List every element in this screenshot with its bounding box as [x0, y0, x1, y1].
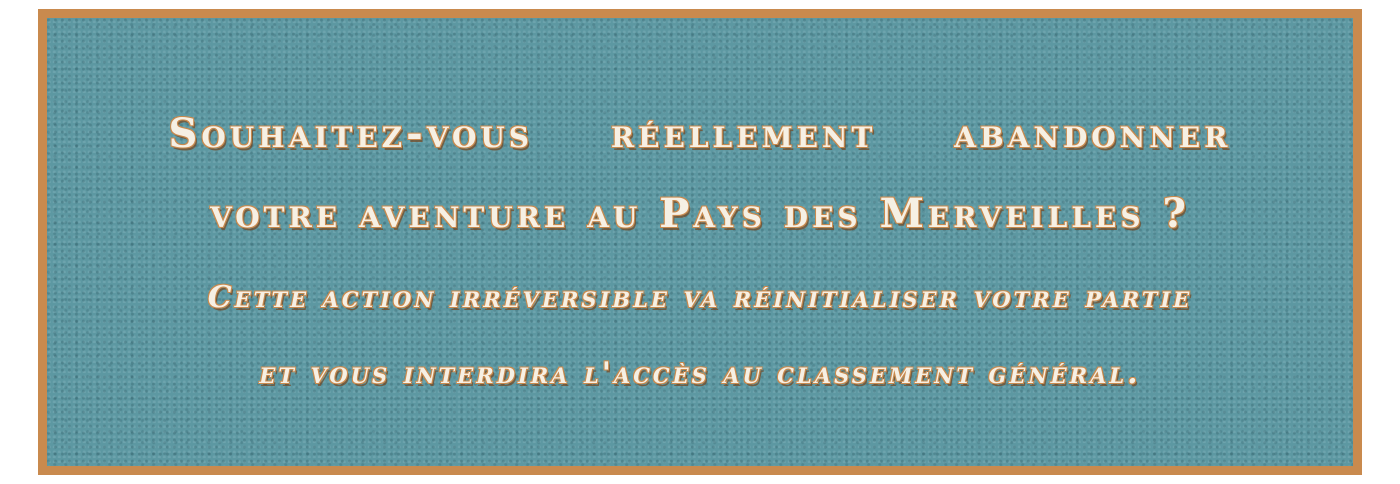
warning-line-1: Cette action irréversible va réinitialis… [207, 280, 1193, 315]
warning-line-2: et vous interdira l'accès au classement … [259, 356, 1141, 391]
question-line-1: Souhaitez-vous réellement abandonner [168, 110, 1232, 157]
abandon-confirm-dialog: Souhaitez-vous réellement abandonner vot… [38, 9, 1362, 475]
question-line-2: votre aventure au Pays des Merveilles ? [210, 190, 1190, 237]
